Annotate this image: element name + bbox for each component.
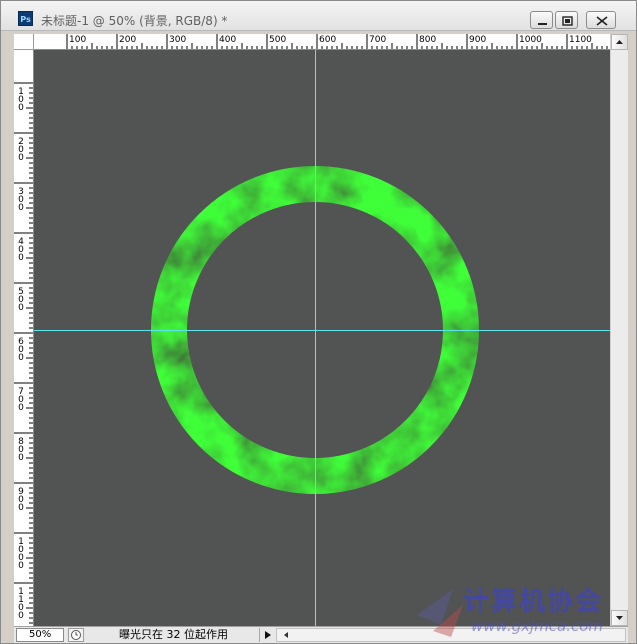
ruler-h-label: 400 bbox=[219, 35, 237, 45]
ruler-h-label: 300 bbox=[169, 35, 187, 45]
ring-texture bbox=[34, 50, 610, 626]
document-title: 未标题-1 @ 50% (背景, RGB/8) * bbox=[41, 14, 228, 28]
site-watermark: 计算机协会 www.gxjmca.com bbox=[413, 579, 633, 641]
ruler-h-label: 1000 bbox=[519, 35, 542, 45]
minimize-icon bbox=[538, 23, 547, 25]
ruler-v-label: 3 0 0 bbox=[18, 187, 24, 213]
status-menu-button[interactable] bbox=[262, 629, 274, 641]
restore-button[interactable] bbox=[555, 11, 578, 29]
status-info-button[interactable] bbox=[68, 628, 84, 642]
ruler-h-label: 600 bbox=[319, 35, 337, 45]
watermark-url: www.gxjmca.com bbox=[471, 617, 604, 635]
ruler-v-label: 1 0 0 bbox=[18, 87, 24, 113]
vertical-scrollbar[interactable] bbox=[610, 34, 628, 626]
ruler-h-label: 100 bbox=[69, 35, 87, 45]
ruler-v-label: 2 0 0 bbox=[18, 137, 24, 163]
ruler-v-label: 5 0 0 bbox=[18, 287, 24, 313]
ruler-v-label: 4 0 0 bbox=[18, 237, 24, 263]
zoom-level-field[interactable]: 50% bbox=[16, 628, 64, 642]
status-message: 曝光只在 32 位起作用 bbox=[88, 628, 260, 642]
restore-icon bbox=[562, 16, 573, 26]
close-button[interactable] bbox=[586, 11, 616, 29]
photoshop-icon: Ps bbox=[18, 11, 33, 26]
horizontal-guide[interactable] bbox=[34, 330, 610, 331]
ruler-h-label: 1100 bbox=[569, 35, 592, 45]
document-canvas[interactable] bbox=[34, 50, 610, 626]
ruler-h-label: 900 bbox=[469, 35, 487, 45]
vertical-ruler[interactable]: 1 0 0 2 0 0 3 0 0 4 0 0 5 0 0 6 0 0 7 0 … bbox=[14, 50, 34, 626]
document-window: Ps 未标题-1 @ 50% (背景, RGB/8) * 100 200 300… bbox=[0, 0, 637, 644]
ruler-h-label: 800 bbox=[419, 35, 437, 45]
ruler-origin[interactable] bbox=[14, 34, 34, 50]
close-icon bbox=[596, 16, 608, 26]
ruler-v-label: 6 0 0 bbox=[18, 337, 24, 363]
clock-icon bbox=[71, 630, 81, 640]
watermark-title: 计算机协会 bbox=[463, 587, 604, 617]
green-cloud-ring bbox=[34, 50, 610, 626]
arrow-left-icon[interactable] bbox=[279, 629, 293, 641]
triangle-right-icon bbox=[265, 631, 271, 639]
ruler-h-label: 500 bbox=[269, 35, 287, 45]
scroll-up-button[interactable] bbox=[611, 34, 628, 50]
ruler-v-label: 7 0 0 bbox=[18, 387, 24, 413]
ruler-h-label: 700 bbox=[369, 35, 387, 45]
arrow-up-icon bbox=[616, 40, 623, 44]
ruler-h-label: 200 bbox=[119, 35, 137, 45]
ruler-v-label: 8 0 0 bbox=[18, 437, 24, 463]
minimize-button[interactable] bbox=[530, 11, 553, 29]
ruler-v-label: 1 0 0 0 bbox=[18, 537, 24, 571]
vertical-guide[interactable] bbox=[315, 50, 316, 626]
title-bar[interactable]: Ps 未标题-1 @ 50% (背景, RGB/8) * bbox=[1, 1, 636, 31]
ruler-v-label: 9 0 0 bbox=[18, 487, 24, 513]
ruler-v-label: 1 1 0 0 bbox=[18, 587, 24, 621]
horizontal-ruler[interactable]: 100 200 300 400 500 600 700 800 900 1000… bbox=[34, 34, 610, 50]
